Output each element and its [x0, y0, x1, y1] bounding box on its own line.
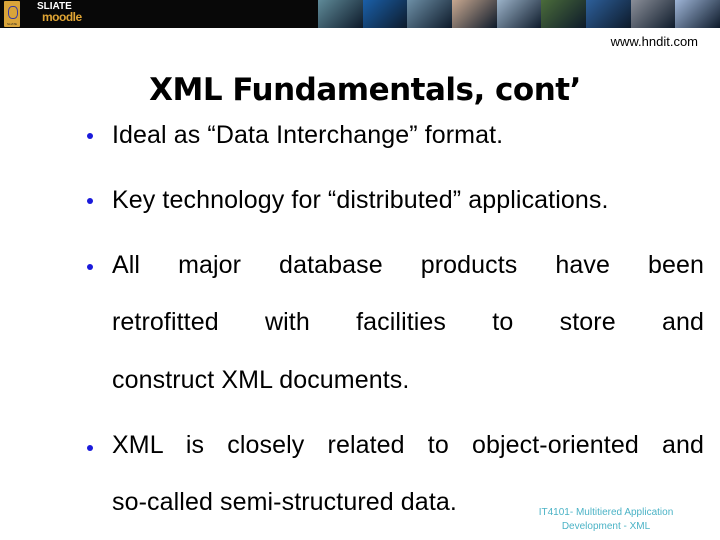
bullet-1-line-1: Ideal as “Data Interchange” format. [112, 121, 504, 149]
eye-closeup-photo [675, 0, 720, 28]
site-url: www.hndit.com [610, 34, 698, 49]
slide-footer: IT4101- Multitiered Application Developm… [526, 506, 686, 534]
bullet-3-line-3: construct XML documents. [112, 366, 410, 394]
header-banner: SLIATE SLIATE moodle [0, 0, 720, 28]
globe-eye-photo [362, 0, 408, 28]
cyber-face-photo [630, 0, 676, 28]
keyboard-photo [496, 0, 542, 28]
bullet-dot-icon [87, 133, 93, 139]
bullet-4-line-2: so-called semi-structured data. [112, 488, 457, 516]
sliate-logo-badge: SLIATE [4, 1, 20, 27]
photo-strip [318, 0, 720, 28]
footer-topic-line: Development - XML [561, 521, 651, 532]
students-laptop-photo [452, 0, 498, 28]
bullet-4-line-1: XML is closely related to object-oriente… [112, 431, 704, 459]
robot-photo [318, 0, 364, 28]
bullet-dot-icon [87, 264, 93, 270]
logo-emblem-icon [8, 6, 18, 19]
bullet-2-line-1: Key technology for “distributed” applica… [112, 186, 609, 214]
bullet-3-line-1: All major database products have been [112, 251, 704, 279]
earth-photo [586, 0, 632, 28]
brand-bottom-text: moodle [42, 10, 82, 24]
slide-title: XML Fundamentals, cont’ [149, 72, 581, 108]
classroom-photo [541, 0, 587, 28]
bullet-dot-icon [87, 198, 93, 204]
bullet-3-line-2: retrofitted with facilities to store and [112, 308, 704, 336]
footer-course-line: IT4101- Multitiered Application [538, 507, 674, 518]
badge-text: SLIATE [6, 22, 18, 26]
touchscreen-hand-photo [407, 0, 453, 28]
bullet-dot-icon [87, 445, 93, 451]
brand-logo: SLIATE moodle [37, 2, 82, 24]
